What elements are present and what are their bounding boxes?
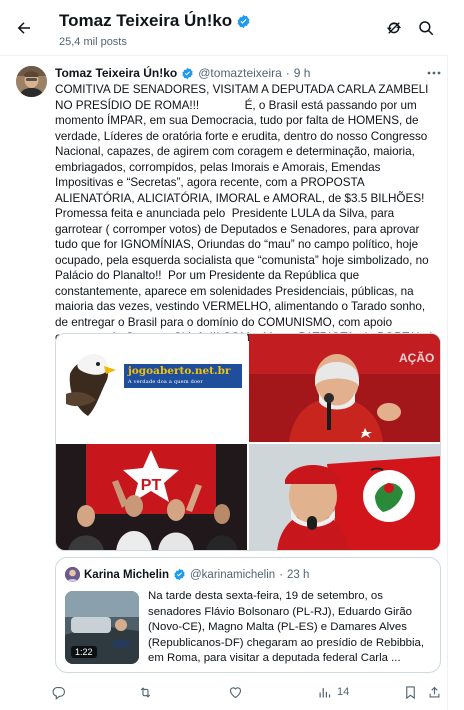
back-button[interactable]	[10, 14, 38, 42]
back-arrow-icon	[17, 22, 30, 34]
quoted-post-header: Karina Michelin @karinamichelin · 23 h	[65, 567, 309, 582]
like-icon	[229, 686, 242, 698]
media-image-speaker[interactable]: AÇÃO	[249, 334, 440, 442]
site-tagline: A verdade doa a quem doer	[128, 379, 203, 385]
verified-badge-icon	[237, 14, 250, 28]
share-button[interactable]	[427, 682, 442, 702]
verified-badge-icon	[174, 568, 185, 581]
verified-badge-icon	[182, 67, 193, 79]
reply-icon	[52, 686, 65, 700]
rally-photo: PT	[56, 444, 247, 550]
header-profile-name: Tomaz Teixeira Ún!ko	[59, 11, 251, 31]
quoted-author-avatar	[65, 567, 80, 582]
views-count: 14	[337, 686, 350, 698]
header-title: Tomaz Teixeira Ún!ko	[59, 11, 233, 30]
post-media-grid: jogoaberto.net.br A verdade doa a quem d…	[55, 333, 441, 551]
search-button[interactable]	[417, 19, 437, 39]
post-author-name[interactable]: Tomaz Teixeira Ún!ko	[55, 66, 177, 80]
post-header: Tomaz Teixeira Ún!ko @tomazteixeira · 9 …	[55, 66, 310, 80]
site-banner: jogoaberto.net.br A verdade doa a quem d…	[124, 364, 242, 388]
refresh-button[interactable]	[385, 19, 405, 39]
media-image-eagle-logo[interactable]: jogoaberto.net.br A verdade doa a quem d…	[56, 334, 247, 442]
eagle-illustration	[56, 334, 247, 442]
video-duration: 1:22	[71, 646, 97, 658]
more-options-button[interactable]	[425, 66, 443, 78]
like-button[interactable]	[228, 682, 243, 702]
quoted-author-name: Karina Michelin	[84, 568, 169, 581]
quoted-time: 23 h	[287, 568, 310, 581]
quoted-post-text: Na tarde desta sexta-feira, 19 de setemb…	[148, 590, 425, 664]
avatar-image	[16, 66, 47, 97]
pt-sign-text: PT	[141, 477, 162, 494]
timeline-column: Tomaz Teixeira Ún!ko 25,4 mil posts Toma…	[0, 0, 448, 710]
post-time[interactable]: 9 h	[294, 66, 311, 80]
post-body-text: COMITIVA DE SENADORES, VISITAM A DEPUTAD…	[55, 83, 439, 360]
bookmark-button[interactable]	[403, 682, 418, 702]
quoted-handle: @karinamichelin	[190, 568, 276, 581]
media-image-mst-flag[interactable]	[249, 444, 440, 550]
dot-separator: ·	[279, 568, 284, 581]
bookmark-icon	[406, 685, 415, 699]
quoted-post[interactable]: Karina Michelin @karinamichelin · 23 h 1…	[55, 557, 441, 673]
views-button[interactable]: 14	[317, 682, 349, 702]
mst-flag-photo	[249, 444, 440, 550]
repost-button[interactable]	[138, 682, 153, 702]
reply-button[interactable]	[51, 682, 66, 702]
post-handle[interactable]: @tomazteixeira	[198, 66, 282, 80]
quoted-video-thumbnail[interactable]: 1:22	[65, 591, 139, 664]
author-avatar[interactable]	[16, 66, 47, 97]
more-icon	[427, 71, 441, 75]
views-icon	[319, 687, 331, 697]
speaker-photo: AÇÃO	[249, 334, 440, 442]
post-count: 25,4 mil posts	[59, 36, 127, 48]
media-image-rally[interactable]: PT	[56, 444, 247, 550]
repost-icon	[140, 686, 151, 698]
refresh-icon	[386, 22, 402, 34]
post-actions-bar: 14	[52, 682, 442, 702]
share-icon	[429, 686, 440, 697]
svg-text:AÇÃO: AÇÃO	[399, 350, 434, 365]
search-icon	[419, 21, 434, 36]
dot-separator: ·	[285, 66, 290, 80]
profile-header: Tomaz Teixeira Ún!ko 25,4 mil posts	[0, 0, 448, 56]
site-name: jogoaberto.net.br	[128, 365, 231, 377]
